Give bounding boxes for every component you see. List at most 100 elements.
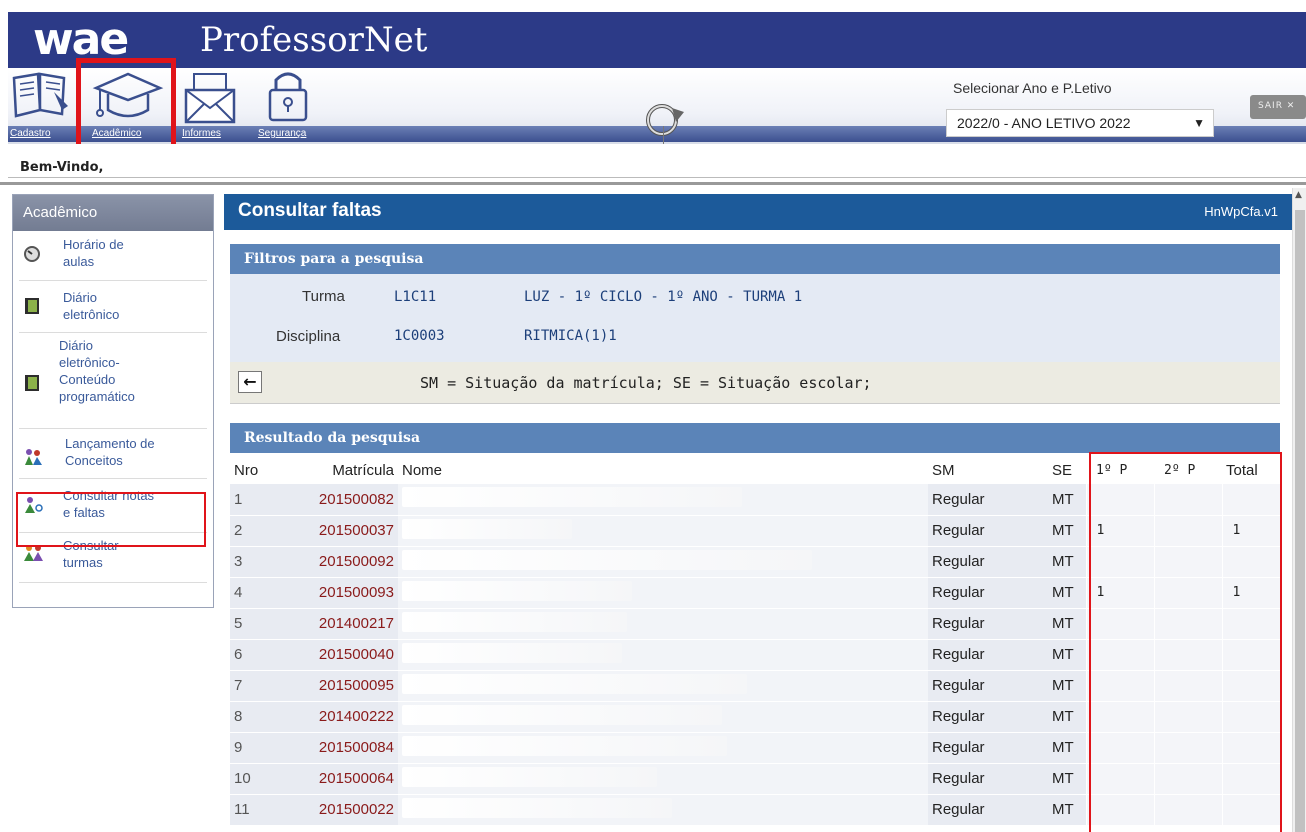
refresh-icon[interactable] (640, 100, 688, 144)
sidebar-item-label: Horário de aulas (63, 237, 124, 269)
clock-icon (23, 245, 41, 267)
cell-se: MT (1048, 484, 1086, 516)
cell-sm: Regular (928, 515, 1048, 547)
sidebar-item-lancamento[interactable]: Lançamento de Conceitos (19, 429, 207, 479)
highlight-consultar-notas (16, 492, 206, 547)
cell-sm: Regular (928, 763, 1048, 795)
col-matricula[interactable]: Matrícula (286, 456, 398, 484)
cell-sm: Regular (928, 670, 1048, 702)
cell-sm: Regular (928, 577, 1048, 609)
cell-se: MT (1048, 794, 1086, 826)
cell-nome (398, 794, 928, 826)
cell-se: MT (1048, 577, 1086, 609)
redacted-name (402, 735, 727, 756)
turma-code: L1C11 (394, 289, 437, 305)
cell-sm: Regular (928, 546, 1048, 578)
disciplina-code: 1C0003 (394, 328, 445, 344)
chevron-down-icon: ▼ (1193, 116, 1205, 130)
students-icon (23, 447, 45, 471)
page-title-bar: Consultar faltas HnWpCfa.v1 (224, 194, 1292, 230)
turma-description: LUZ - 1º CICLO - 1º ANO - TURMA 1 (524, 289, 803, 305)
sidebar-item-diario-conteudo[interactable]: Diário eletrônico- Conteúdo programático (19, 333, 207, 429)
redacted-name (402, 642, 622, 663)
legend-text: SM = Situação da matrícula; SE = Situaçã… (420, 374, 872, 392)
cell-matricula: 201400222 (286, 701, 398, 733)
page-version: HnWpCfa.v1 (1204, 204, 1278, 219)
col-se[interactable]: SE (1048, 456, 1086, 484)
cell-se: MT (1048, 763, 1086, 795)
cell-nome (398, 732, 928, 764)
sidebar-item-horario[interactable]: Horário de aulas (19, 231, 207, 281)
cell-nro: 3 (230, 546, 286, 578)
col-sm[interactable]: SM (928, 456, 1048, 484)
sidebar-item-diario[interactable]: Diário eletrônico (19, 281, 207, 333)
disciplina-label: Disciplina (276, 328, 341, 345)
cell-matricula: 201500093 (286, 577, 398, 609)
cell-matricula: 201500095 (286, 670, 398, 702)
redacted-name (402, 580, 632, 601)
back-arrow-icon[interactable]: ← (238, 371, 262, 393)
cell-se: MT (1048, 670, 1086, 702)
cell-matricula: 201500084 (286, 732, 398, 764)
highlight-period-columns (1089, 452, 1282, 832)
disciplina-description: RITMICA(1)1 (524, 328, 617, 344)
highlight-academico (76, 58, 176, 152)
cell-nro: 6 (230, 639, 286, 671)
sidebar-item-label: Diário eletrônico- Conteúdo programático (59, 338, 135, 404)
tool-informes[interactable]: Informes (182, 70, 242, 142)
cell-nro: 4 (230, 577, 286, 609)
cell-se: MT (1048, 608, 1086, 640)
sidebar-item-label: Lançamento de Conceitos (65, 436, 155, 468)
col-nome[interactable]: Nome (398, 456, 928, 484)
notebook-icon (23, 373, 41, 397)
welcome-text: Bem-Vindo, (20, 160, 104, 175)
tool-seguranca-label[interactable]: Segurança (258, 128, 306, 139)
redacted-name (402, 797, 672, 818)
book-icon (12, 72, 68, 118)
cell-nome (398, 515, 928, 547)
vertical-scrollbar[interactable]: ▲ (1292, 188, 1306, 832)
filters-header: Filtros para a pesquisa (230, 244, 1280, 274)
cell-nome (398, 484, 928, 516)
info-bar: ← SM = Situação da matrícula; SE = Situa… (230, 362, 1280, 404)
cell-sm: Regular (928, 608, 1048, 640)
tool-informes-label[interactable]: Informes (182, 128, 221, 139)
cell-sm: Regular (928, 732, 1048, 764)
cell-nro: 10 (230, 763, 286, 795)
cell-nome (398, 670, 928, 702)
cell-nro: 5 (230, 608, 286, 640)
redacted-name (402, 611, 627, 632)
cell-nome (398, 546, 928, 578)
cell-nome (398, 639, 928, 671)
product-name: ProfessorNet (200, 20, 428, 60)
cell-sm: Regular (928, 794, 1048, 826)
redacted-name (402, 487, 742, 508)
lock-icon (268, 72, 308, 122)
logout-button[interactable]: SAIR ✕ (1250, 95, 1306, 119)
cell-sm: Regular (928, 701, 1048, 733)
cell-nro: 9 (230, 732, 286, 764)
app-window: wae ProfessorNet Cadastro Acadêmico Info… (0, 0, 1306, 832)
sidebar-title: Acadêmico (13, 195, 213, 231)
cell-nro: 1 (230, 484, 286, 516)
redacted-name (402, 704, 722, 725)
redacted-name (402, 518, 572, 539)
cell-nome (398, 577, 928, 609)
cell-matricula: 201500082 (286, 484, 398, 516)
cell-se: MT (1048, 701, 1086, 733)
cell-matricula: 201500040 (286, 639, 398, 671)
tool-cadastro[interactable]: Cadastro (10, 70, 80, 142)
period-select[interactable]: 2022/0 - ANO LETIVO 2022 ▼ (946, 109, 1214, 137)
col-nro[interactable]: Nro (230, 456, 286, 484)
cell-nome (398, 701, 928, 733)
scroll-thumb[interactable] (1295, 210, 1305, 832)
scroll-up-icon[interactable]: ▲ (1295, 190, 1302, 200)
tool-cadastro-label[interactable]: Cadastro (10, 128, 51, 139)
cell-se: MT (1048, 546, 1086, 578)
cell-nome (398, 763, 928, 795)
cell-nro: 11 (230, 794, 286, 826)
notebook-icon (23, 296, 41, 320)
header-banner: wae ProfessorNet (8, 12, 1306, 68)
cell-se: MT (1048, 639, 1086, 671)
tool-seguranca[interactable]: Segurança (258, 70, 328, 142)
